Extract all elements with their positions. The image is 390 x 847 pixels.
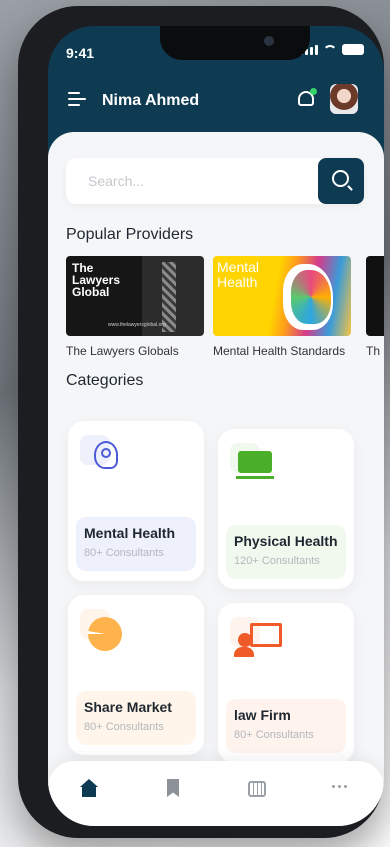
mental-health-icon [80,435,132,485]
avatar[interactable] [330,84,358,114]
category-card-physical-health[interactable]: Physical Health 120+ Consultants [218,429,354,589]
provider-image [366,256,384,336]
provider-image: The Lawyers Global www.thelawyersglobal.… [66,256,204,336]
search-bar [66,158,364,204]
more-icon[interactable] [332,785,352,789]
main-content: Popular Providers The Lawyers Global www… [48,132,384,826]
search-input[interactable] [66,158,316,204]
notification-bell-icon[interactable] [296,88,317,110]
pie-chart-icon [80,609,132,659]
status-time: 9:41 [66,45,95,61]
provider-caption: Mental Health Standards [213,344,346,358]
providers-carousel[interactable]: The Lawyers Global www.thelawyersglobal.… [66,256,384,366]
popular-providers-title: Popular Providers [66,226,194,243]
category-card-mental-health[interactable]: Mental Health 80+ Consultants [68,421,204,581]
provider-image: Mental Health [213,256,351,336]
provider-logo-text: The Lawyers Global [72,261,121,299]
phone-frame: 9:41 Nima Ahmed Search... Popular Provid… [18,6,384,838]
app-header: Nima Ahmed [48,78,384,124]
notification-dot [310,88,317,95]
bookmark-icon[interactable] [164,779,184,801]
battery-icon [342,44,364,55]
status-icons [300,44,364,55]
calendar-icon[interactable] [248,779,268,801]
provider-card[interactable]: Th [366,256,384,358]
provider-card[interactable]: Mental Health Mental Health Standards [213,256,351,358]
bottom-navigation [48,761,384,826]
categories-title: Categories [66,372,144,389]
home-icon[interactable] [80,779,100,801]
wifi-icon [323,44,337,55]
provider-caption: The Lawyers Globals [66,344,179,358]
menu-icon[interactable] [68,92,86,106]
user-name: Nima Ahmed [102,92,200,109]
search-icon [332,170,349,187]
presentation-icon [230,617,282,667]
app-screen: 9:41 Nima Ahmed Search... Popular Provid… [48,26,384,826]
notch [160,26,310,60]
monitor-icon [230,443,282,493]
search-button[interactable] [318,158,364,204]
provider-caption: Th [366,344,381,358]
category-card-law-firm[interactable]: law Firm 80+ Consultants [218,603,354,763]
camera-icon [264,36,274,46]
provider-card[interactable]: The Lawyers Global www.thelawyersglobal.… [66,256,204,358]
category-card-share-market[interactable]: Share Market 80+ Consultants [68,595,204,755]
